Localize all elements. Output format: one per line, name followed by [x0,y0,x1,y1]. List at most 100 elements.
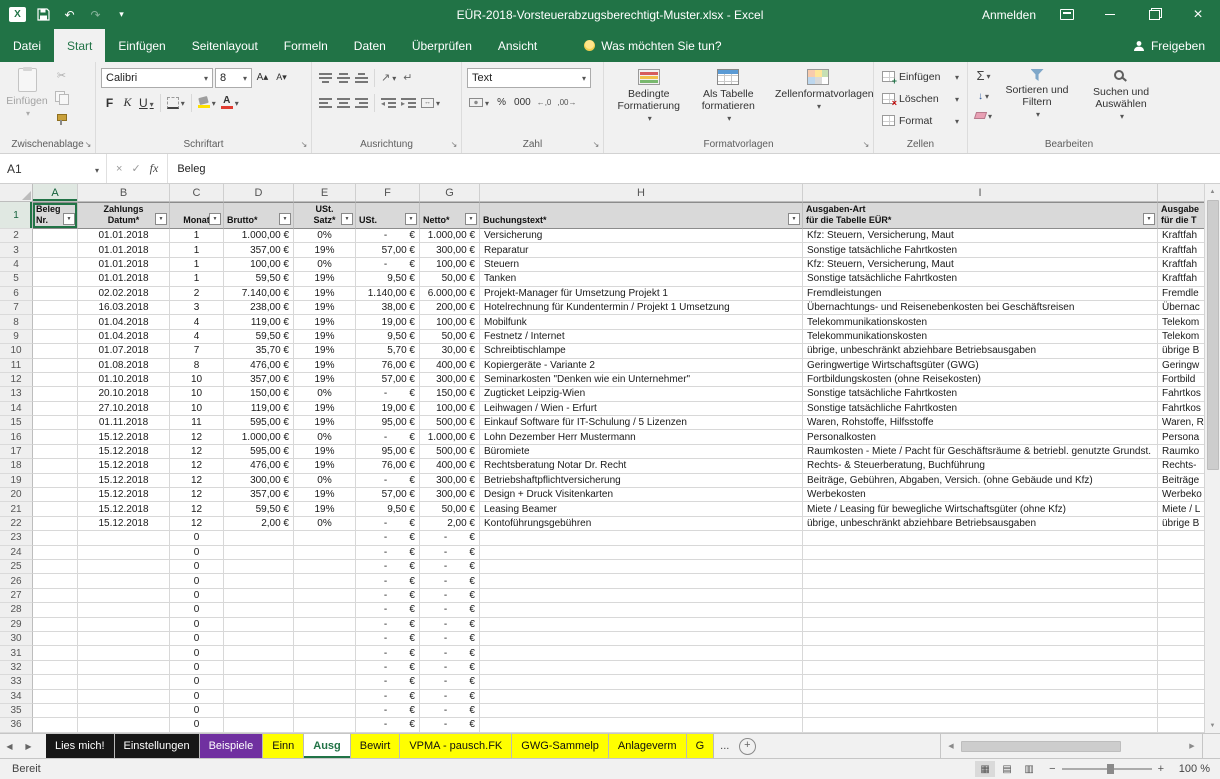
cell-B11[interactable]: 01.08.2018 [78,358,170,373]
row-header-13[interactable]: 13 [0,387,33,402]
cell-B23[interactable] [78,531,170,546]
cell-F4[interactable]: - € [356,257,420,273]
cell-I8[interactable]: Telekommunikationskosten [803,315,1158,330]
font-name-select[interactable]: Calibri [101,67,213,88]
cell-B15[interactable]: 01.11.2018 [78,416,170,431]
cell-E21[interactable]: 19% [294,502,356,517]
cell-I7[interactable]: Übernachtungs- und Reisenebenkosten bei … [803,300,1158,316]
cell-C29[interactable]: 0 [170,617,224,632]
cell-D9[interactable]: 59,50 € [224,329,294,345]
cell-H4[interactable]: Steuern [480,257,803,273]
zoom-out-icon[interactable] [1049,763,1055,775]
cell-D26[interactable] [224,574,294,589]
cell-C32[interactable]: 0 [170,660,224,676]
row-header-33[interactable]: 33 [0,675,33,690]
cell-G23[interactable]: - € [420,531,480,546]
cell-G6[interactable]: 6.000,00 € [420,286,480,301]
filter-button-D[interactable] [279,213,291,225]
cell-H26[interactable] [480,574,803,589]
cell-F15[interactable]: 95,00 € [356,416,420,431]
zoom-slider-thumb[interactable] [1106,764,1114,774]
cell-E30[interactable] [294,631,356,647]
cell-F16[interactable]: - € [356,430,420,445]
cell-H8[interactable]: Mobilfunk [480,315,803,330]
cell-A29[interactable] [33,617,78,632]
cell-B1[interactable]: Zahlungs Datum* [78,202,170,229]
cell-G36[interactable]: - € [420,718,480,733]
cell-H14[interactable]: Leihwagen / Wien - Erfurt [480,401,803,417]
align-top-icon[interactable] [317,68,334,87]
row-header-35[interactable]: 35 [0,703,33,719]
cell-C35[interactable]: 0 [170,703,224,719]
cell-H34[interactable] [480,689,803,704]
cell-C30[interactable]: 0 [170,631,224,647]
undo-icon[interactable] [61,7,78,23]
decrease-decimal-button[interactable]: ,00→ [555,93,578,112]
cell-C23[interactable]: 0 [170,531,224,546]
cell-C9[interactable]: 4 [170,329,224,345]
row-header-29[interactable]: 29 [0,617,33,632]
clipboard-dialog-launcher-icon[interactable] [83,140,93,150]
cell-J16[interactable]: Persona [1158,430,1204,445]
tell-me-box[interactable]: Was möchten Sie tun? [584,29,722,62]
format-cells-button[interactable]: Format [879,110,962,131]
filter-button-H[interactable] [788,213,800,225]
row-header-7[interactable]: 7 [0,300,33,316]
cell-B3[interactable]: 01.01.2018 [78,243,170,258]
cell-G16[interactable]: 1.000,00 € [420,430,480,445]
cell-I28[interactable] [803,603,1158,618]
row-header-14[interactable]: 14 [0,401,33,417]
cell-D2[interactable]: 1.000,00 € [224,229,294,244]
increase-font-size-icon[interactable] [254,68,271,87]
cell-H11[interactable]: Kopiergeräte - Variante 2 [480,358,803,373]
font-size-select[interactable]: 8 [215,67,252,88]
underline-button[interactable]: U [137,93,156,112]
cell-E23[interactable] [294,531,356,546]
cell-D21[interactable]: 59,50 € [224,502,294,517]
filter-button-I[interactable] [1143,213,1155,225]
cell-J23[interactable] [1158,531,1204,546]
cell-B36[interactable] [78,718,170,733]
cell-B13[interactable]: 20.10.2018 [78,387,170,402]
filter-button-F[interactable] [405,213,417,225]
cell-A15[interactable] [33,416,78,431]
cell-F20[interactable]: 57,00 € [356,488,420,503]
filter-button-B[interactable] [155,213,167,225]
cell-E8[interactable]: 19% [294,315,356,330]
cell-E33[interactable] [294,675,356,690]
cell-H35[interactable] [480,703,803,719]
cell-D29[interactable] [224,617,294,632]
cell-A34[interactable] [33,689,78,704]
cell-E17[interactable]: 19% [294,444,356,460]
cell-I35[interactable] [803,703,1158,719]
cell-D36[interactable] [224,718,294,733]
cell-A35[interactable] [33,703,78,719]
cell-E16[interactable]: 0% [294,430,356,445]
cell-B19[interactable]: 15.12.2018 [78,473,170,489]
cell-J25[interactable] [1158,560,1204,575]
font-color-button[interactable]: A [219,93,241,112]
cell-D32[interactable] [224,660,294,676]
cell-B21[interactable]: 15.12.2018 [78,502,170,517]
cell-H15[interactable]: Einkauf Software für IT-Schulung / 5 Liz… [480,416,803,431]
cell-I2[interactable]: Kfz: Steuern, Versicherung, Maut [803,229,1158,244]
merge-center-button[interactable] [419,93,442,112]
cell-H3[interactable]: Reparatur [480,243,803,258]
cell-B2[interactable]: 01.01.2018 [78,229,170,244]
cell-G2[interactable]: 1.000,00 € [420,229,480,244]
cell-C16[interactable]: 12 [170,430,224,445]
cell-J8[interactable]: Telekom [1158,315,1204,330]
cell-I3[interactable]: Sonstige tatsächliche Fahrtkosten [803,243,1158,258]
cell-I26[interactable] [803,574,1158,589]
vertical-scroll-thumb[interactable] [1206,200,1219,470]
cell-J14[interactable]: Fahrtkos [1158,402,1204,417]
row-header-5[interactable]: 5 [0,272,33,287]
cell-D10[interactable]: 35,70 € [224,344,294,359]
row-header-6[interactable]: 6 [0,286,33,301]
cell-J13[interactable]: Fahrtkos [1158,387,1204,402]
cell-I4[interactable]: Kfz: Steuern, Versicherung, Maut [803,257,1158,273]
cell-J26[interactable] [1158,574,1204,589]
ribbon-tab-formeln[interactable]: Formeln [271,29,341,62]
cell-G26[interactable]: - € [420,574,480,589]
cell-B20[interactable]: 15.12.2018 [78,488,170,503]
